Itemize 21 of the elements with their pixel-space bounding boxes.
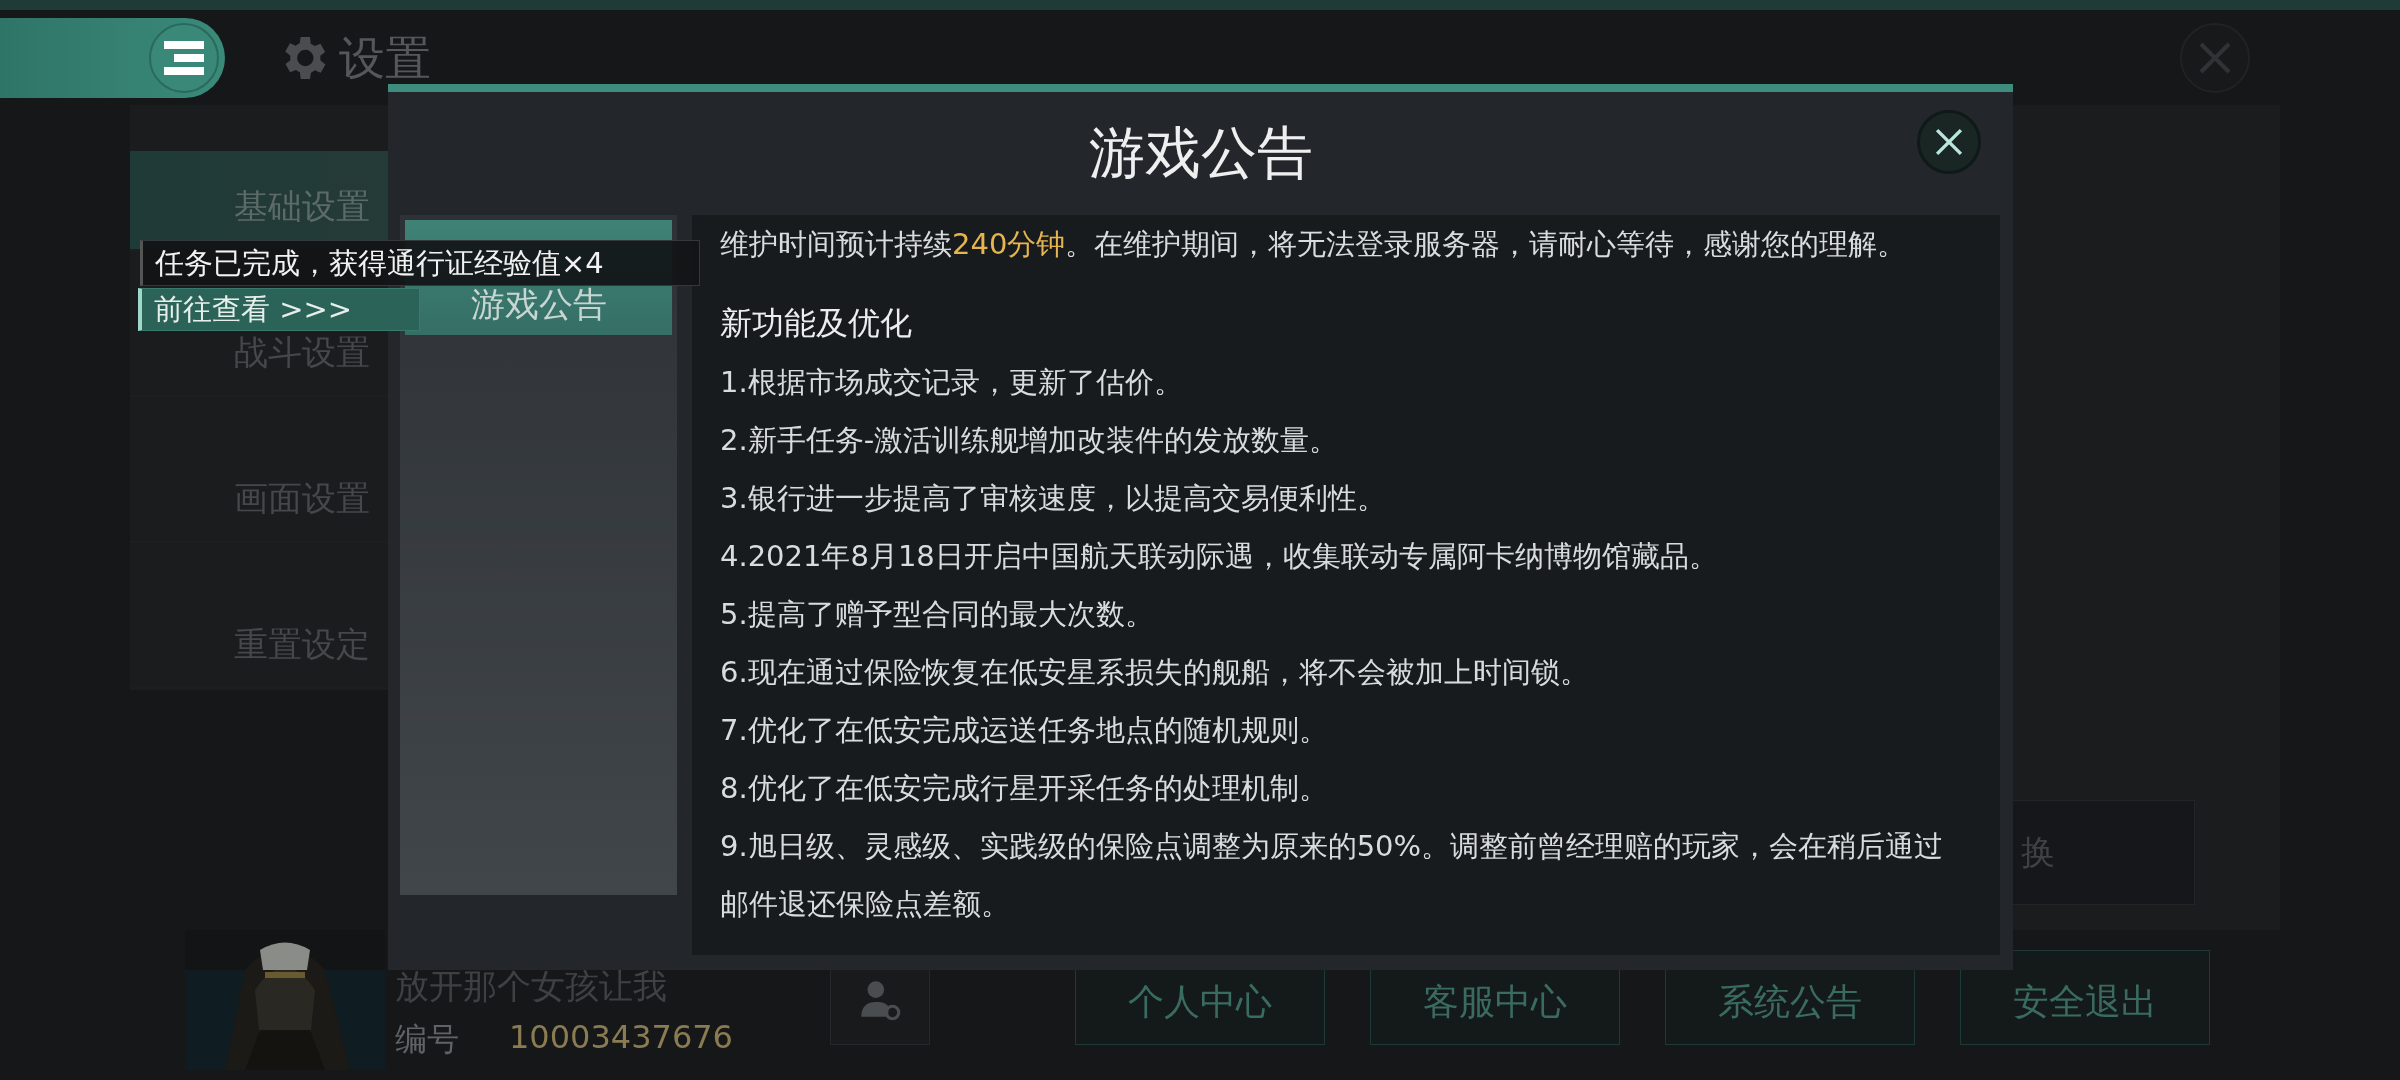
page-title: 设置 xyxy=(339,32,431,83)
section-heading: 新功能及优化 xyxy=(720,303,913,344)
update-item: 1.根据市场成交记录，更新了估价。 xyxy=(720,364,1184,401)
id-label: 编号 xyxy=(395,1019,459,1060)
maintenance-notice: 维护时间预计持续240分钟。在维护期间，将无法登录服务器，请耐心等待，感谢您的理解。 xyxy=(720,226,1908,263)
view-link[interactable]: 前往查看 >>> xyxy=(138,288,420,331)
toast-message: 任务已完成，获得通行证经验值×4 xyxy=(140,240,700,286)
update-item: 4.2021年8月18日开启中国航天联动际遇，收集联动专属阿卡纳博物馆藏品。 xyxy=(720,538,1719,575)
update-item: 6.现在通过保险恢复在低安星系损失的舰船，将不会被加上时间锁。 xyxy=(720,654,1590,691)
menu-icon xyxy=(164,40,204,75)
dialog-title: 游戏公告 xyxy=(1088,118,1313,187)
player-id: 10003437676 xyxy=(509,1018,733,1058)
menu-button[interactable] xyxy=(149,22,219,93)
update-item: 8.优化了在低安完成行星开采任务的处理机制。 xyxy=(720,770,1329,807)
update-item: 5.提高了赠予型合同的最大次数。 xyxy=(720,596,1155,633)
footer-button[interactable]: 安全退出 xyxy=(1960,950,2210,1045)
update-item: 3.银行进一步提高了审核速度，以提高交易便利性。 xyxy=(720,480,1387,517)
menu-tab[interactable] xyxy=(0,17,225,98)
update-item: 9.旭日级、灵感级、实践级的保险点调整为原来的50%。调整前曾经理赔的玩家，会在稍后通过邮件退还保险点差额。 xyxy=(720,828,1945,923)
update-item: 7.优化了在低安完成运送任务地点的随机规则。 xyxy=(720,712,1329,749)
update-item: 2.新手任务-激活训练舰增加改装件的发放数量。 xyxy=(720,422,1340,459)
